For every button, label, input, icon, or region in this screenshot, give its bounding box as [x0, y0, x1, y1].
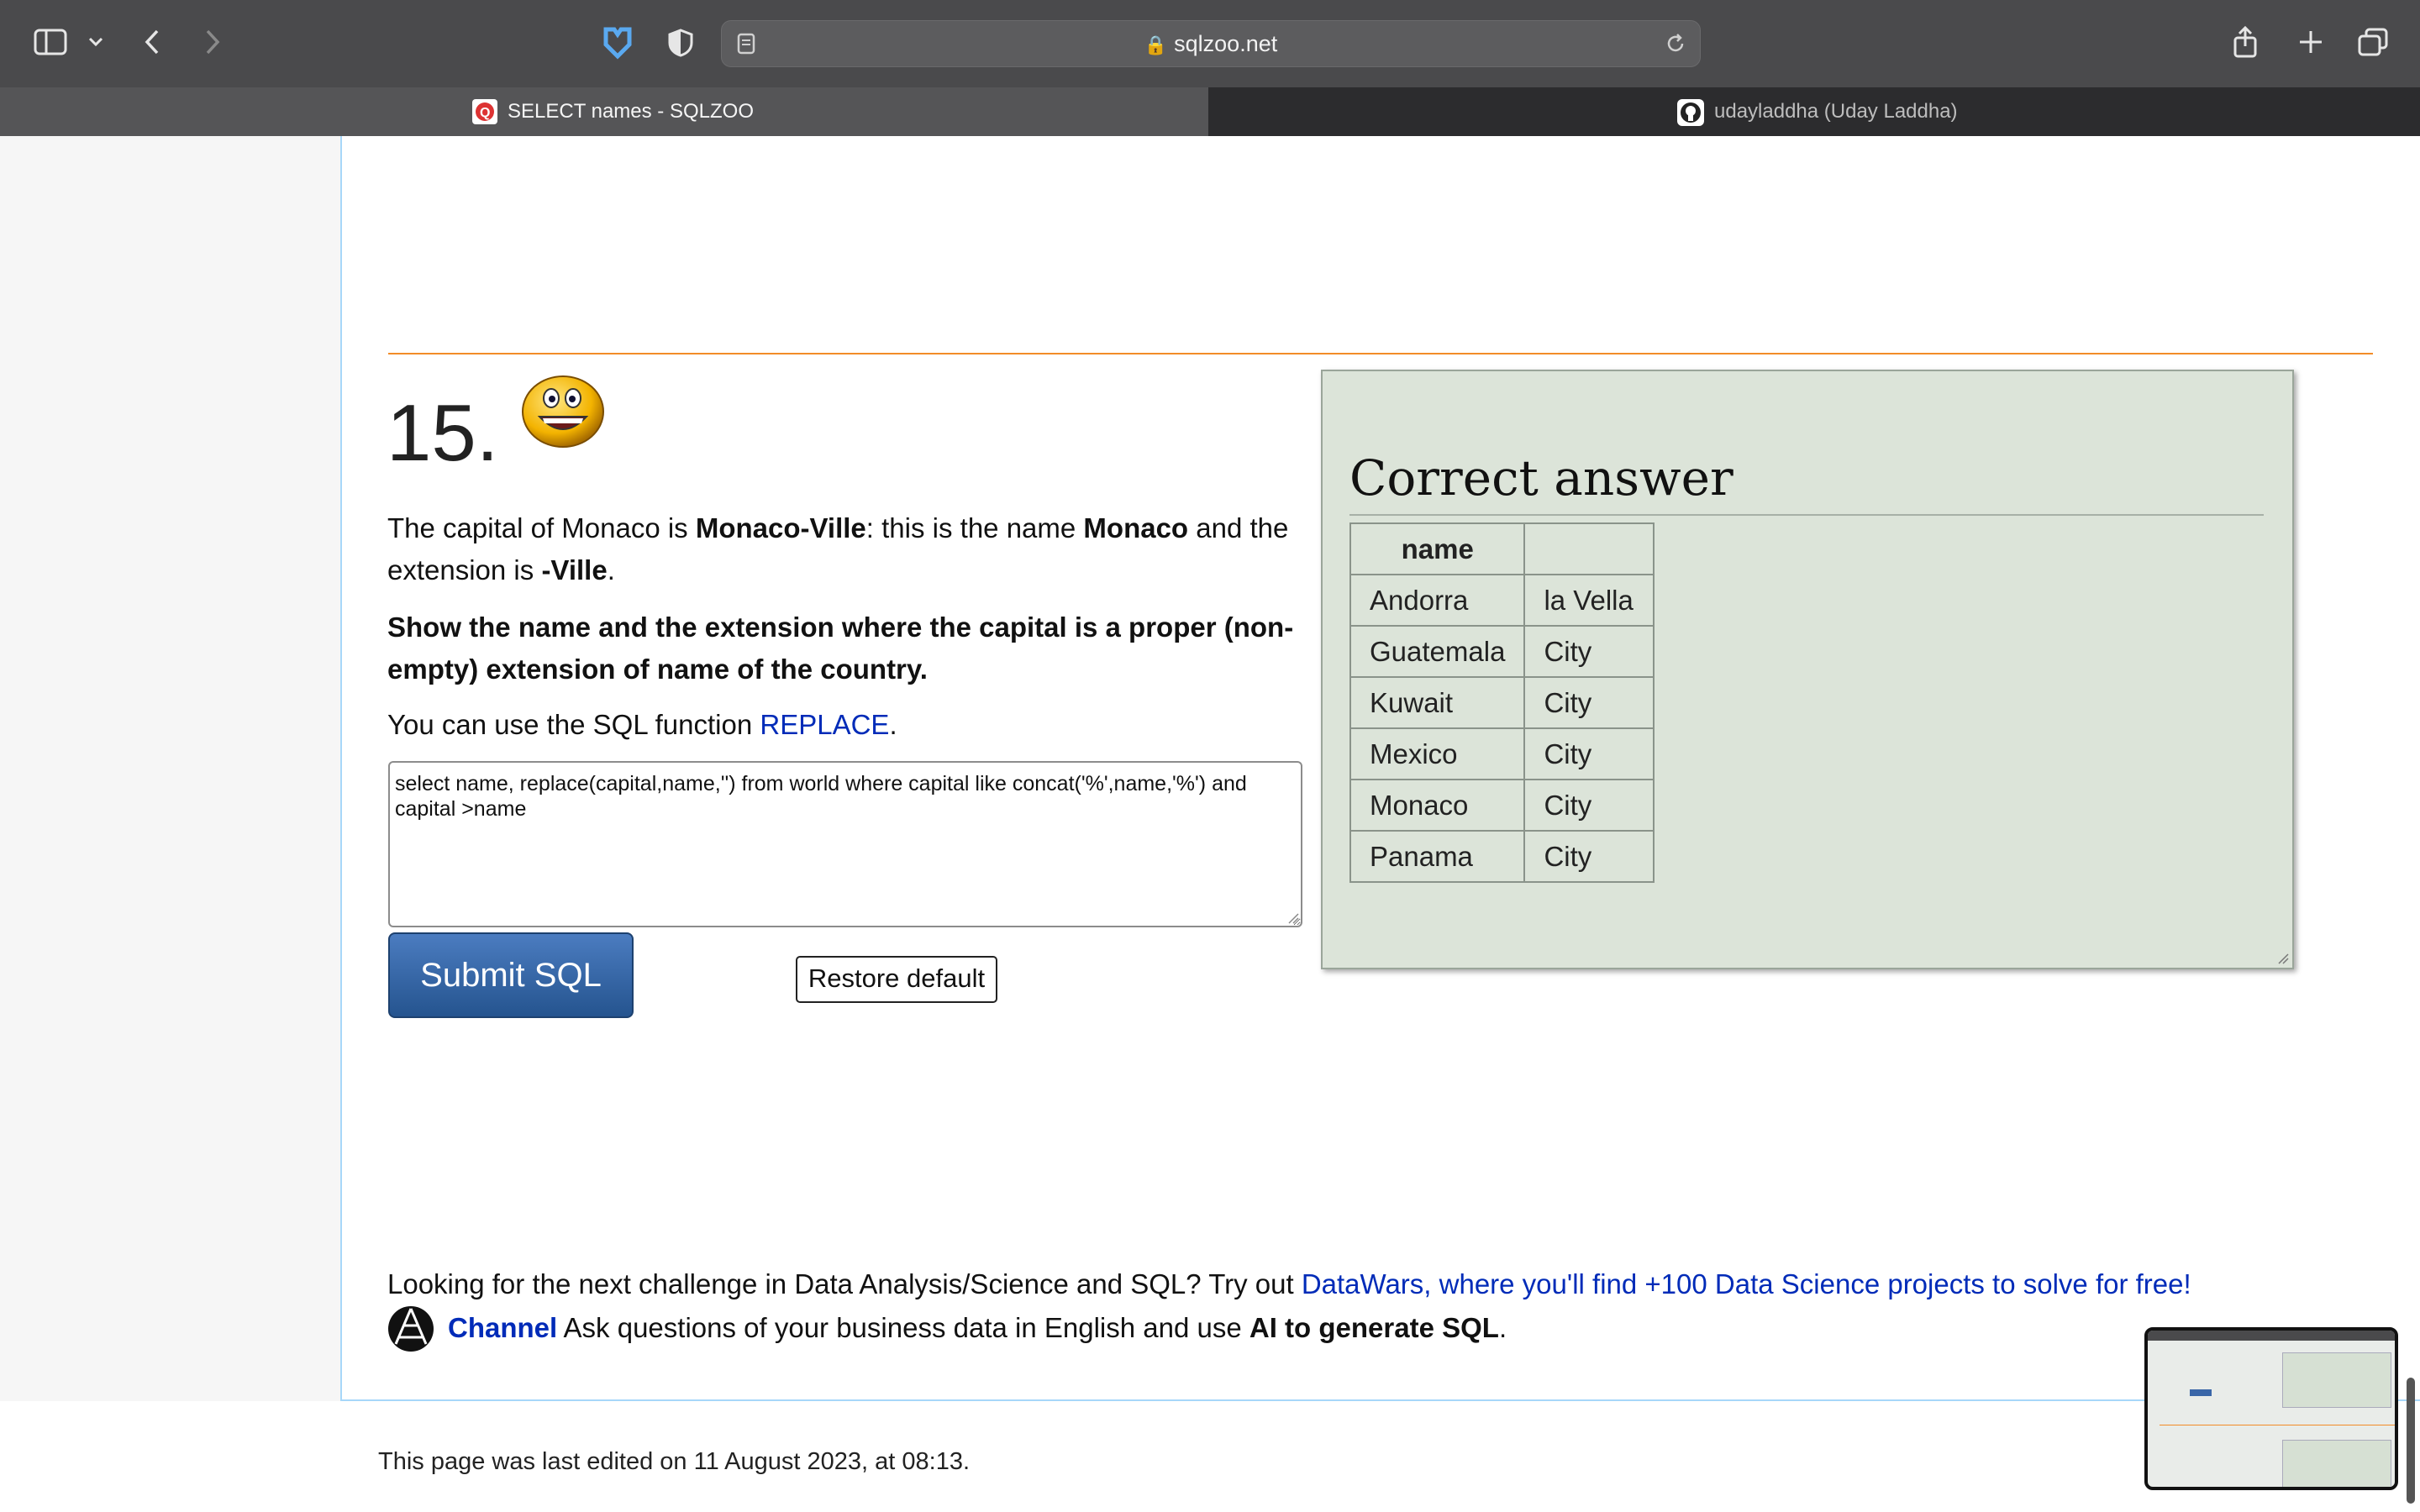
table-cell: City [1523, 676, 1655, 729]
table-cell: City [1523, 779, 1655, 832]
table-row: Kuwait City [1349, 676, 1655, 729]
intro-text: : this is the name [865, 512, 1084, 543]
channel-bold: AI to generate SQL [1249, 1312, 1499, 1343]
extension-shield-icon[interactable] [602, 25, 634, 60]
intro-text: . [607, 554, 615, 585]
chevron-down-icon[interactable] [86, 30, 106, 54]
scrollbar[interactable] [2407, 1378, 2415, 1504]
reload-icon[interactable] [1663, 31, 1688, 56]
address-bar[interactable]: 🔒 sqlzoo.net [721, 20, 1701, 67]
privacy-shield-icon[interactable] [666, 27, 696, 59]
question-intro: The capital of Monaco is Monaco-Ville: t… [387, 507, 1303, 591]
column-header: name [1349, 522, 1526, 575]
tabs-overview-icon[interactable] [2356, 25, 2390, 59]
url-display: 🔒 sqlzoo.net [722, 21, 1700, 66]
table-cell: Andorra [1349, 574, 1526, 627]
forward-chevron-icon[interactable] [200, 25, 225, 59]
table-cell: Monaco [1349, 779, 1526, 832]
table-cell: la Vella [1523, 574, 1655, 627]
section-divider [388, 353, 2373, 354]
replace-link[interactable]: REPLACE [760, 709, 889, 740]
sql-editor[interactable]: select name, replace(capital,name,'') fr… [388, 761, 1302, 927]
sidebar-icon[interactable] [32, 25, 69, 59]
question-task: Show the name and the extension where th… [387, 612, 1294, 685]
table-row: Panama City [1349, 830, 1655, 883]
intro-text: The capital of Monaco is [387, 512, 696, 543]
intro-bold: -Ville [541, 554, 608, 585]
last-edited-text: This page was last edited on 11 August 2… [378, 1448, 971, 1475]
tab-label: SELECT names - SQLZOO [508, 100, 754, 123]
question-hint: You can use the SQL function REPLACE. [387, 704, 1303, 746]
smiley-icon [521, 373, 605, 449]
question-number: 15. [387, 388, 499, 478]
hint-text: . [889, 709, 897, 740]
page-preview-thumbnail[interactable] [2144, 1327, 2398, 1490]
table-cell: City [1523, 830, 1655, 883]
restore-default-button[interactable]: Restore default [796, 956, 997, 1003]
channel-link[interactable]: Channel [448, 1312, 557, 1343]
answer-table: name Andorra la Vella Guatemala City Kuwai… [1349, 522, 1655, 883]
plus-icon[interactable] [2294, 25, 2328, 59]
github-favicon-icon [1677, 99, 1704, 126]
channel-line: Channel Ask questions of your business d… [448, 1307, 1507, 1349]
back-chevron-icon[interactable] [139, 25, 165, 59]
tab-label: udayladdha (Uday Laddha) [1714, 100, 1958, 123]
hint-text: You can use the SQL function [387, 709, 760, 740]
url-text: sqlzoo.net [1174, 31, 1278, 56]
table-row: Mexico City [1349, 727, 1655, 780]
column-header [1523, 522, 1655, 575]
browser-toolbar: 🔒 sqlzoo.net [0, 0, 2420, 87]
channel-logo-icon [387, 1305, 434, 1352]
tab-github[interactable]: udayladdha (Uday Laddha) [1208, 87, 2420, 136]
tab-sqlzoo[interactable]: Q SELECT names - SQLZOO [0, 87, 1208, 136]
sqlzoo-favicon-icon: Q [472, 99, 497, 124]
intro-bold: Monaco-Ville [695, 512, 866, 543]
intro-bold: Monaco [1083, 512, 1189, 543]
table-cell: Kuwait [1349, 676, 1526, 729]
table-row: Guatemala City [1349, 625, 1655, 678]
panel-resize-handle-icon[interactable] [2277, 953, 2289, 964]
left-sidebar [0, 136, 340, 1401]
datawars-link[interactable]: DataWars, where you'll find +100 Data Sc… [1302, 1268, 2191, 1299]
share-icon[interactable] [2230, 24, 2260, 60]
table-cell: Guatemala [1349, 625, 1526, 678]
table-cell: City [1523, 727, 1655, 780]
table-cell: Panama [1349, 830, 1526, 883]
submit-sql-button[interactable]: Submit SQL [388, 932, 634, 1018]
table-header-row: name [1349, 522, 1655, 575]
svg-text:Q: Q [480, 106, 490, 120]
promo-text: Looking for the next challenge in Data A… [387, 1268, 1302, 1299]
lock-icon: 🔒 [1144, 34, 1168, 55]
table-cell: City [1523, 625, 1655, 678]
table-row: Andorra la Vella [1349, 574, 1655, 627]
promo-line: Looking for the next challenge in Data A… [387, 1263, 2191, 1305]
resize-handle-icon[interactable] [1287, 912, 1299, 924]
answer-title: Correct answer [1349, 445, 2264, 516]
channel-text: Ask questions of your business data in E… [557, 1312, 1249, 1343]
table-row: Monaco City [1349, 779, 1655, 832]
channel-text: . [1498, 1312, 1507, 1343]
table-cell: Mexico [1349, 727, 1526, 780]
